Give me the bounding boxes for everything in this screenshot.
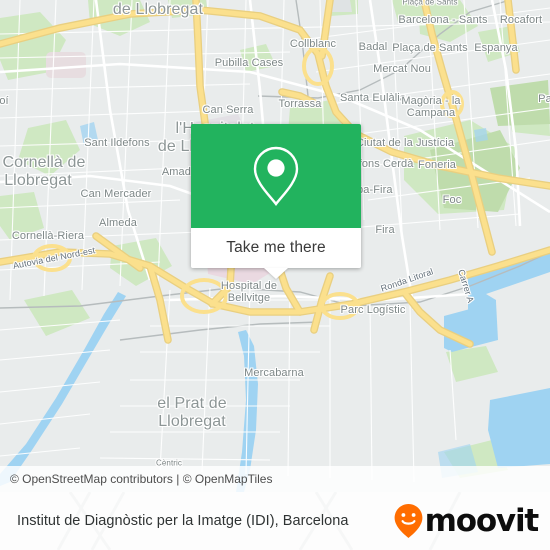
moovit-pin-icon [394,504,423,538]
attribution-text[interactable]: © OpenStreetMap contributors | © OpenMap… [0,472,272,486]
popup-tail [264,268,288,279]
take-me-there-button[interactable]: Take me there [191,228,361,279]
moovit-map-screenshot: de Llobregat Plaça de Sants Barcelona - Sa… [0,0,550,550]
moovit-wordmark: moovit [424,502,540,539]
map-attribution-bar: © OpenStreetMap contributors | © OpenMap… [0,466,550,492]
place-title: Institut de Diagnòstic per la Imatge (ID… [17,513,349,529]
footer-bar: Institut de Diagnòstic per la Imatge (ID… [0,492,550,550]
take-me-there-label: Take me there [226,239,326,256]
map-pin-icon [253,146,299,206]
moovit-logo[interactable]: moovit [393,502,540,539]
place-popup-image [191,124,361,228]
place-popup-card[interactable]: Take me there [191,124,361,279]
